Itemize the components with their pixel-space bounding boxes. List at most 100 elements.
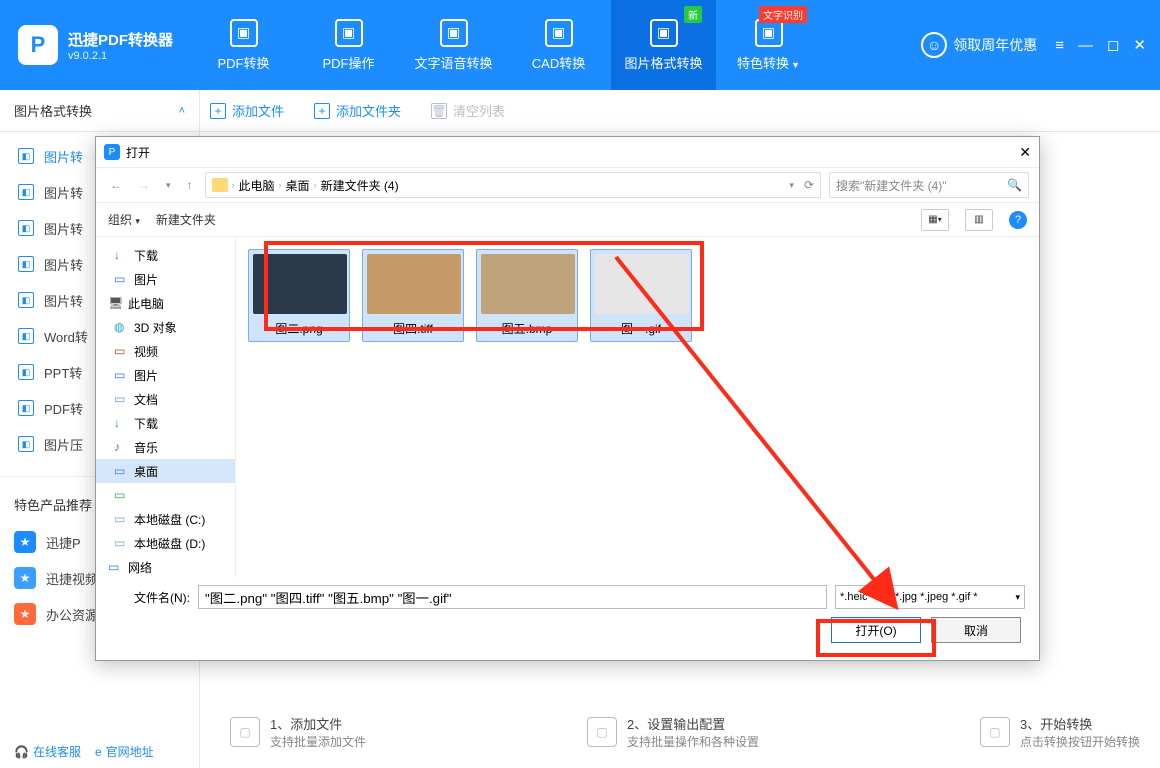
sidebar-header[interactable]: 图片格式转换 ˄ xyxy=(0,90,199,132)
tree-icon: ▭ xyxy=(114,272,128,286)
tab-icon: ▣ xyxy=(545,19,573,47)
filename-row: 文件名(N): *.heic *.ico *.jpg *.jpeg *.gif … xyxy=(110,585,1025,609)
file-item[interactable]: 图二.png xyxy=(248,249,350,342)
filename-input[interactable] xyxy=(198,585,827,609)
nav-forward-icon[interactable]: → xyxy=(134,178,154,192)
dialog-body: ↓下载▭图片🖥此电脑◍3D 对象▭视频▭图片▭文档↓下载♪音乐▭桌面▭▭本地磁盘… xyxy=(96,237,1039,577)
step-icon: ▢ xyxy=(587,717,617,747)
top-tab[interactable]: ▣PDF操作 xyxy=(296,0,401,90)
top-tab[interactable]: ▣特色转换▼文字识别 xyxy=(716,0,821,90)
organize-menu[interactable]: 组织 ▾ xyxy=(108,211,140,228)
cancel-button[interactable]: 取消 xyxy=(931,617,1021,643)
sidebar-item-icon: ◧ xyxy=(18,148,34,164)
step-icon: ▢ xyxy=(230,717,260,747)
new-folder-button[interactable]: 新建文件夹 xyxy=(156,211,216,228)
maximize-icon[interactable]: ◻ xyxy=(1107,36,1119,54)
tree-item[interactable]: ▭视频 xyxy=(96,339,235,363)
top-tab[interactable]: ▣PDF转换 xyxy=(191,0,296,90)
tree-item[interactable]: ▭本地磁盘 (C:) xyxy=(96,507,235,531)
app-small-icon: P xyxy=(104,144,120,160)
top-tabs: ▣PDF转换▣PDF操作 ▣ 文字语音转换 ▣CAD转换▣图片格式转换新▣特色转换▼文… xyxy=(191,0,821,90)
sidebar-item-icon: ◧ xyxy=(18,220,34,236)
dialog-toolbar: 组织 ▾ 新建文件夹 ▦ ▾ ▥ ? xyxy=(96,203,1039,237)
file-open-dialog: P 打开 ✕ ← → ▾ ↑ › 此电脑 › 桌面 › 新建文件夹 (4) ▾ … xyxy=(95,136,1040,661)
close-icon[interactable]: ✕ xyxy=(1133,36,1146,54)
crumb-1[interactable]: 此电脑 xyxy=(239,177,275,194)
tree-item[interactable]: ▭ xyxy=(96,483,235,507)
tree-label: 3D 对象 xyxy=(134,319,177,336)
promo-link[interactable]: ☺ 领取周年优惠 xyxy=(921,32,1037,58)
crumb-2[interactable]: 桌面 xyxy=(286,177,310,194)
support-link[interactable]: 🎧在线客服 xyxy=(14,743,81,760)
tree-icon: ▭ xyxy=(114,344,128,358)
tree-icon: ▭ xyxy=(114,392,128,406)
view-mode-button[interactable]: ▦ ▾ xyxy=(921,209,949,231)
website-link[interactable]: e官网地址 xyxy=(95,743,154,760)
tree-label: 音乐 xyxy=(134,439,158,456)
tab-icon: ▣ xyxy=(440,19,468,47)
headset-icon: 🎧 xyxy=(14,745,29,759)
app-logo-area: P 迅捷PDF转换器 v9.0.2.1 xyxy=(0,0,191,90)
toolbar-item[interactable]: +添加文件夹 xyxy=(314,101,401,120)
dialog-search[interactable]: 搜索"新建文件夹 (4)" 🔍 xyxy=(829,172,1029,198)
dialog-title: 打开 xyxy=(126,144,150,161)
toolbar-item[interactable]: +添加文件 xyxy=(210,101,284,120)
step: ▢2、设置输出配置支持批量操作和各种设置 xyxy=(587,714,759,750)
tree-item[interactable]: ▭文档 xyxy=(96,387,235,411)
app-version: v9.0.2.1 xyxy=(68,50,173,62)
tab-icon: ▣ xyxy=(230,19,258,47)
open-button[interactable]: 打开(O) xyxy=(831,617,921,643)
sidebar-item-label: 图片转 xyxy=(44,147,83,166)
chevron-up-icon: ˄ xyxy=(179,105,185,117)
file-name: 图四.tiff xyxy=(367,320,459,337)
sidebar-item-icon: ◧ xyxy=(18,328,34,344)
tree-item[interactable]: ▭网络 xyxy=(96,555,235,577)
tree-item[interactable]: ♪ 音乐 xyxy=(96,435,235,459)
tree-label: 本地磁盘 (D:) xyxy=(134,535,205,552)
tab-badge: 新 xyxy=(684,6,702,23)
nav-back-icon[interactable]: ← xyxy=(106,178,126,192)
tab-badge: 文字识别 xyxy=(759,6,807,23)
tree-item[interactable]: ▭本地磁盘 (D:) xyxy=(96,531,235,555)
tree-item[interactable]: ◍3D 对象 xyxy=(96,315,235,339)
tree-icon: ♪ xyxy=(114,440,128,454)
tree-item[interactable]: ↓下载 xyxy=(96,411,235,435)
step-sub: 点击转换按钮开始转换 xyxy=(1020,733,1140,750)
app-name: 迅捷PDF转换器 xyxy=(68,29,173,50)
crumb-3[interactable]: 新建文件夹 (4) xyxy=(321,177,399,194)
menu-icon[interactable]: ≡ xyxy=(1055,37,1064,54)
step-title: 2、设置输出配置 xyxy=(627,714,759,733)
top-tab[interactable]: ▣图片格式转换新 xyxy=(611,0,716,90)
tab-label: 文字语音转换 xyxy=(415,53,493,72)
file-name: 图一.gif xyxy=(595,320,687,337)
tree-item[interactable]: ▭图片 xyxy=(96,363,235,387)
dialog-close-icon[interactable]: ✕ xyxy=(1019,144,1031,161)
file-thumbnail xyxy=(367,254,461,314)
app-title-block: 迅捷PDF转换器 v9.0.2.1 xyxy=(68,29,173,62)
sidebar-item-label: Word转 xyxy=(44,327,88,346)
crumb-dropdown-icon[interactable]: ▾ xyxy=(789,180,794,191)
sidebar-footer: 🎧在线客服 e官网地址 xyxy=(14,743,154,760)
tree-item[interactable]: ▭桌面 xyxy=(96,459,235,483)
tree-item[interactable]: ↓下载 xyxy=(96,243,235,267)
tree-item[interactable]: ▭图片 xyxy=(96,267,235,291)
nav-up-icon[interactable]: ↑ xyxy=(183,178,197,192)
dialog-titlebar: P 打开 ✕ xyxy=(96,137,1039,167)
sidebar-item-label: 图片压 xyxy=(44,435,83,454)
breadcrumb[interactable]: › 此电脑 › 桌面 › 新建文件夹 (4) ▾ ⟳ xyxy=(205,172,821,198)
preview-pane-button[interactable]: ▥ xyxy=(965,209,993,231)
help-icon[interactable]: ? xyxy=(1009,211,1027,229)
tree-icon: ▭ xyxy=(108,560,122,574)
file-item[interactable]: 图五.bmp xyxy=(476,249,578,342)
minimize-icon[interactable]: — xyxy=(1078,37,1093,54)
tree-label: 图片 xyxy=(134,367,158,384)
tree-item[interactable]: 🖥此电脑 xyxy=(96,291,235,315)
top-tab[interactable]: ▣ 文字语音转换 xyxy=(401,0,506,90)
filetype-filter[interactable]: *.heic *.ico *.jpg *.jpeg *.gif * ▾ xyxy=(835,585,1025,609)
toolbar-label: 清空列表 xyxy=(453,101,505,120)
top-tab[interactable]: ▣CAD转换 xyxy=(506,0,611,90)
file-item[interactable]: 图一.gif xyxy=(590,249,692,342)
file-item[interactable]: 图四.tiff xyxy=(362,249,464,342)
crumb-refresh-icon[interactable]: ⟳ xyxy=(804,178,814,192)
nav-history-icon[interactable]: ▾ xyxy=(162,180,175,191)
